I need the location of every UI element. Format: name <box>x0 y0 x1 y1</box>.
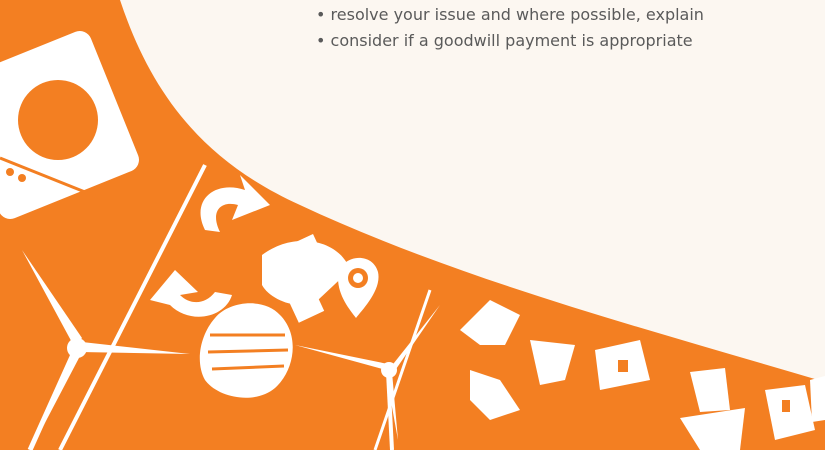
wind-turbine-icon <box>22 250 190 450</box>
location-pin-icon <box>338 257 379 318</box>
house-icon <box>680 368 745 450</box>
bullet-list: resolve your issue and where possible, e… <box>316 2 704 54</box>
recycle-arrows-icon <box>150 175 270 317</box>
house-icon <box>595 340 650 390</box>
light-bulb-icon <box>199 234 350 398</box>
bullet-item: resolve your issue and where possible, e… <box>316 2 704 28</box>
bullet-item: consider if a goodwill payment is approp… <box>316 28 704 54</box>
house-icon <box>765 376 825 440</box>
recycle-arrows-icon <box>460 300 575 420</box>
washing-machine-icon <box>0 30 140 220</box>
decorative-illustration <box>0 0 825 450</box>
